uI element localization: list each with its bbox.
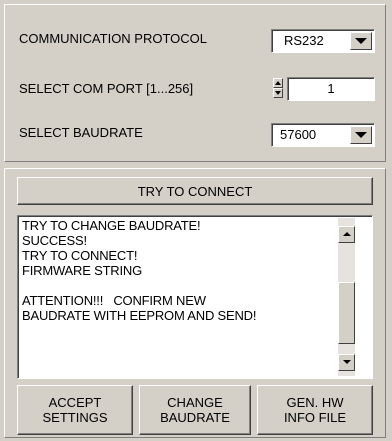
scroll-up-icon[interactable] [338,226,355,243]
accept-settings-label-line2: SETTINGS [42,410,108,425]
try-to-connect-button[interactable]: TRY TO CONNECT [17,177,373,205]
baudrate-label: SELECT BAUDRATE [19,125,143,140]
accept-settings-button[interactable]: ACCEPT SETTINGS [17,385,133,435]
chevron-down-icon[interactable] [350,126,372,144]
com-port-value: 1 [327,81,335,96]
scroll-down-icon[interactable] [338,354,355,371]
log-line: BAUDRATE WITH EEPROM AND SEND! [22,308,257,323]
communication-settings-panel: COMMUNICATION PROTOCOL RS232 SELECT COM … [4,4,386,162]
log-line: SUCCESS! [22,233,87,248]
try-to-connect-label: TRY TO CONNECT [137,183,253,199]
gen-hw-info-file-button[interactable]: GEN. HW INFO FILE [257,385,373,435]
spin-down-icon[interactable] [273,88,283,98]
protocol-value: RS232 [284,33,324,48]
accept-settings-label-line1: ACCEPT [48,395,102,410]
com-port-label: SELECT COM PORT [1...256] [19,81,194,96]
protocol-select[interactable]: RS232 [271,29,375,53]
change-baudrate-button[interactable]: CHANGE BAUDRATE [139,385,251,435]
change-baudrate-label-line2: BAUDRATE [160,410,230,425]
protocol-label: COMMUNICATION PROTOCOL [19,31,208,46]
log-scrollbar[interactable] [338,218,355,376]
status-log-text: TRY TO CHANGE BAUDRATE! SUCCESS! TRY TO CO… [22,218,312,323]
com-port-spinner[interactable] [273,78,283,98]
log-line: TRY TO CONNECT! [22,248,138,263]
spin-up-icon[interactable] [273,78,283,88]
log-line: FIRMWARE STRING [22,263,143,278]
baudrate-select[interactable]: 57600 [271,123,375,147]
baudrate-value: 57600 [280,127,317,142]
chevron-down-icon[interactable] [350,32,372,50]
scroll-thumb[interactable] [338,282,355,344]
status-log[interactable]: TRY TO CHANGE BAUDRATE! SUCCESS! TRY TO CO… [17,215,373,379]
gen-hw-info-file-label-line1: GEN. HW [286,395,344,410]
connection-panel: TRY TO CONNECT TRY TO CHANGE BAUDRATE! SU… [4,168,386,438]
log-line: TRY TO CHANGE BAUDRATE! [22,218,201,233]
gen-hw-info-file-label-line2: INFO FILE [283,410,347,425]
com-port-input[interactable]: 1 [287,77,375,101]
log-line: ATTENTION!!! CONFIRM NEW [22,293,206,308]
change-baudrate-label-line1: CHANGE [167,395,223,410]
